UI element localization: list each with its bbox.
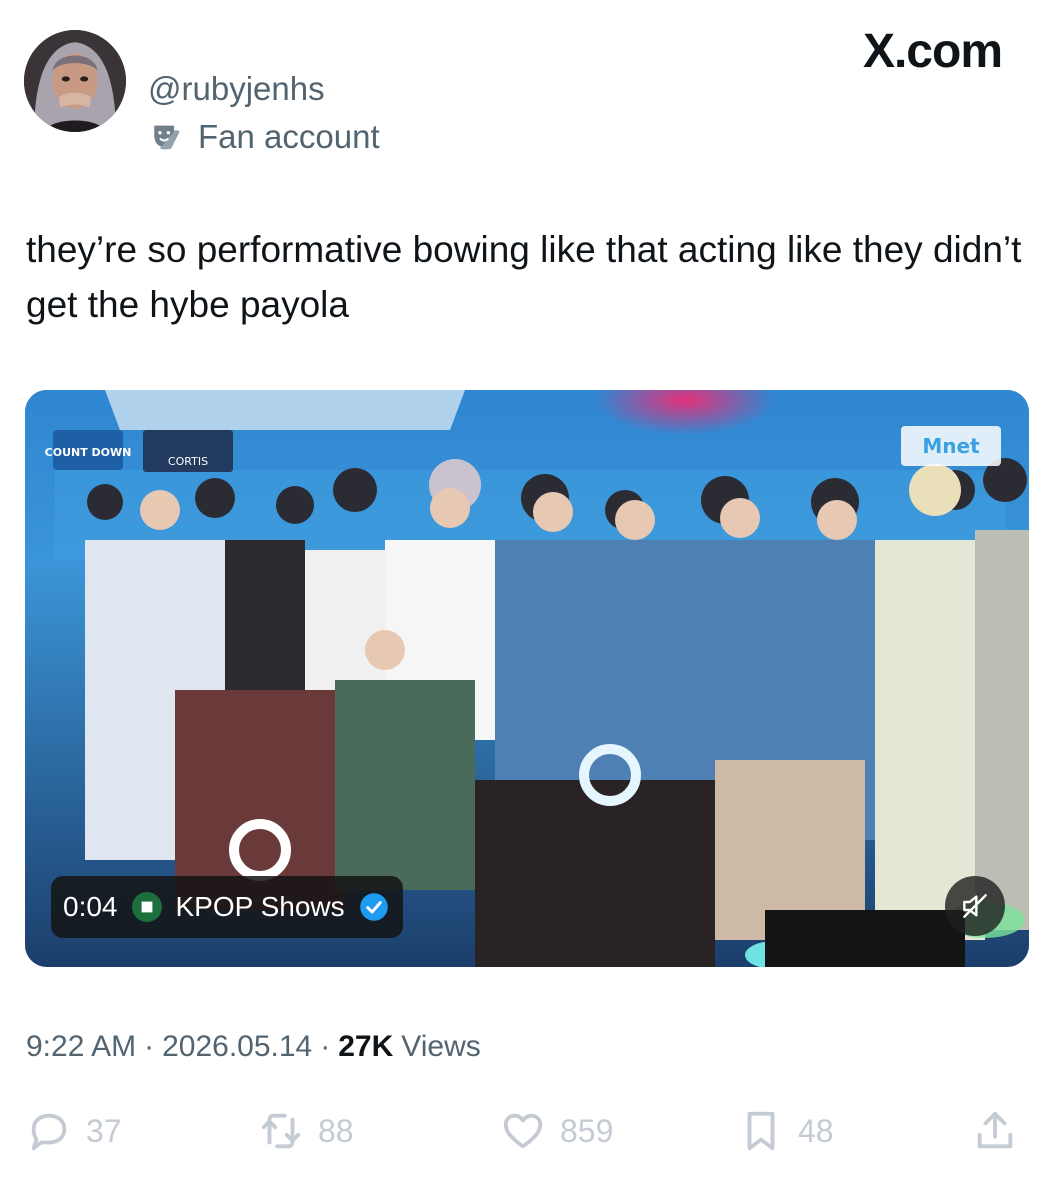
tweet-meta: 9:22 AM · 2026.05.14 · 27K Views: [26, 1030, 481, 1064]
badge-label: Fan account: [198, 118, 380, 155]
x-brand-logo: X.com: [862, 25, 1003, 78]
winner-tag-text: CORTIS: [168, 455, 208, 468]
verified-badge-icon: [359, 893, 388, 921]
video-player[interactable]: COUNT DOWN CORTIS Mnet 0:04 KPOP Shows: [25, 390, 1029, 967]
views-count: 27K: [338, 1030, 394, 1063]
reply-count: 37: [86, 1112, 122, 1149]
fan-account-badge: Fan account: [150, 118, 380, 156]
avatar[interactable]: [24, 30, 126, 132]
like-button[interactable]: 859: [500, 1108, 613, 1154]
speaker-muted-icon: [963, 894, 987, 918]
repost-count: 88: [318, 1112, 354, 1149]
views-label: Views: [401, 1030, 481, 1063]
video-timestamp: 0:04: [63, 891, 118, 922]
repost-icon: [261, 1113, 301, 1149]
meta-separator: ·: [144, 1030, 155, 1063]
broadcaster-logo-text: Mnet: [922, 434, 980, 458]
reply-button[interactable]: 37: [26, 1108, 122, 1154]
tweet-time[interactable]: 9:22 AM: [26, 1030, 136, 1064]
tweet-date[interactable]: 2026.05.14: [162, 1030, 312, 1064]
reply-icon: [31, 1113, 67, 1151]
channel-name[interactable]: KPOP Shows: [176, 891, 345, 923]
show-tag-text: COUNT DOWN: [45, 446, 132, 459]
avatar-image: [24, 30, 126, 132]
bookmark-button[interactable]: 48: [738, 1108, 834, 1154]
like-count: 859: [560, 1112, 614, 1149]
tweet-text: they’re so performative bowing like that…: [26, 229, 1022, 325]
heart-icon: [503, 1113, 543, 1149]
theater-mask-icon: [154, 125, 180, 150]
bookmark-count: 48: [798, 1112, 834, 1149]
meta-separator: ·: [320, 1030, 331, 1063]
video-info-pill: 0:04 KPOP Shows: [51, 876, 403, 938]
share-icon: [977, 1111, 1013, 1149]
mute-toggle-button[interactable]: [945, 876, 1005, 936]
bookmark-icon: [747, 1111, 775, 1151]
action-bar: 37 88 859 48: [0, 1108, 1054, 1164]
share-button[interactable]: [972, 1108, 1018, 1154]
author-handle[interactable]: @rubyjenhs: [148, 70, 325, 108]
channel-logo-icon: [131, 892, 162, 922]
repost-button[interactable]: 88: [258, 1108, 354, 1154]
